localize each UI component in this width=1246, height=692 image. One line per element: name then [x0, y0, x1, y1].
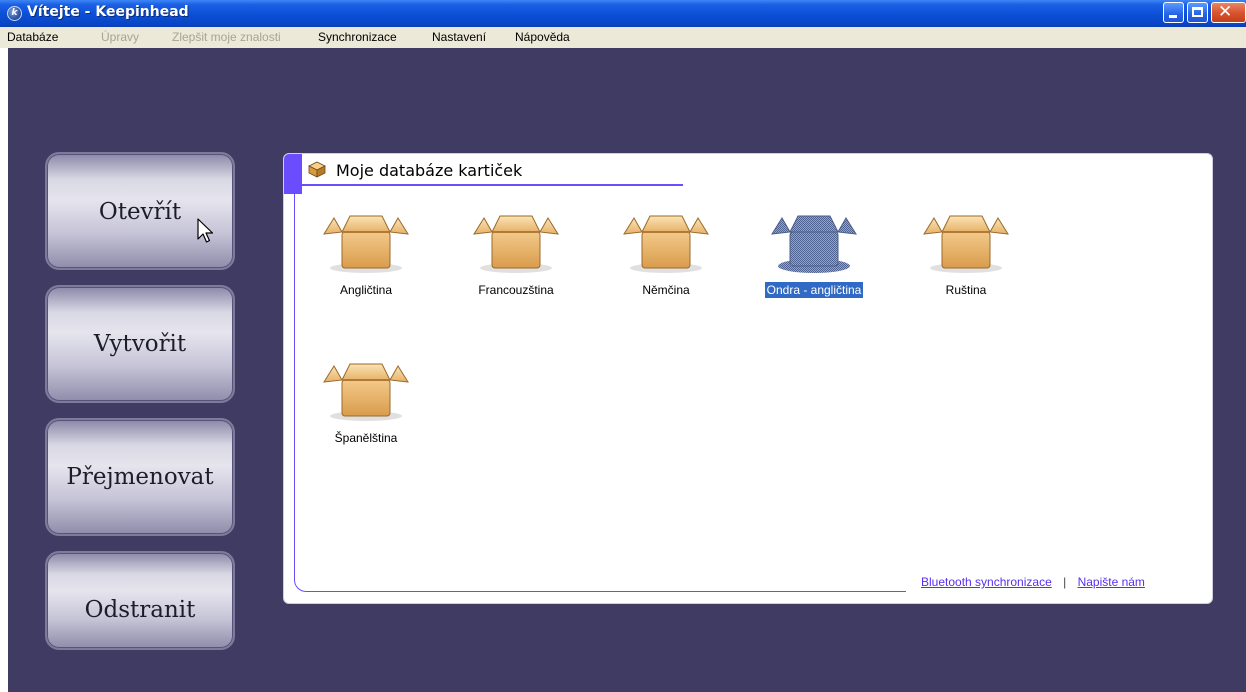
database-label: Angličtina	[339, 283, 393, 297]
box-icon-selected	[771, 215, 857, 273]
delete-button-label: Odstranit	[84, 597, 196, 623]
link-separator: |	[1063, 575, 1067, 589]
database-label: Francouzština	[478, 283, 554, 297]
menu-upravy[interactable]: Úpravy	[101, 30, 139, 44]
database-item-ondra-anglictina[interactable]: Ondra - angličtina	[744, 212, 884, 299]
window-left-edge	[0, 48, 8, 692]
menu-napoveda[interactable]: Nápověda	[515, 30, 570, 44]
app-logo-icon: k	[7, 6, 22, 21]
mouse-cursor-icon	[197, 218, 214, 243]
box-icon	[323, 363, 409, 421]
maximize-button[interactable]	[1187, 2, 1208, 23]
menu-databaze[interactable]: Databáze	[7, 30, 58, 44]
panel-footer-links: Bluetooth synchronizace | Napište nám	[921, 575, 1145, 589]
delete-button[interactable]: Odstranit	[45, 551, 235, 650]
menu-bar: Databáze Úpravy Zlepšit moje znalosti Sy…	[0, 27, 1246, 48]
box-icon	[323, 215, 409, 273]
database-item-francouzstina[interactable]: Francouzština	[446, 212, 586, 298]
bluetooth-sync-link[interactable]: Bluetooth synchronizace	[921, 575, 1052, 589]
panel-title-underline	[302, 184, 683, 186]
database-label: Ruština	[945, 283, 987, 297]
box-icon	[473, 215, 559, 273]
database-item-nemcina[interactable]: Němčina	[596, 212, 736, 298]
contact-us-link[interactable]: Napište nám	[1078, 575, 1145, 589]
database-label: Španělština	[334, 431, 398, 445]
minimize-icon	[1169, 15, 1177, 18]
database-box-icon	[308, 161, 326, 178]
rename-button[interactable]: Přejmenovat	[45, 418, 235, 536]
maximize-icon	[1192, 7, 1203, 17]
create-button-label: Vytvořit	[93, 331, 187, 357]
database-label: Ondra - angličtina	[763, 281, 865, 299]
window-title: Vítejte - Keepinhead	[27, 4, 189, 20]
minimize-button[interactable]	[1163, 2, 1184, 23]
database-label: Němčina	[642, 283, 690, 297]
panel-accent-tab	[284, 154, 302, 194]
rename-button-label: Přejmenovat	[66, 464, 214, 490]
panel-title: Moje databáze kartiček	[336, 161, 523, 180]
menu-nastaveni[interactable]: Nastavení	[432, 30, 486, 44]
box-icon	[923, 215, 1009, 273]
menu-zlepsit-znalosti[interactable]: Zlepšit moje znalosti	[172, 30, 281, 44]
create-button[interactable]: Vytvořit	[45, 285, 235, 403]
databases-panel: Moje databáze kartiček Angličtina Franco…	[283, 153, 1213, 604]
close-button[interactable]: ✕	[1211, 2, 1246, 23]
box-icon	[623, 215, 709, 273]
database-item-spanelstina[interactable]: Španělština	[296, 360, 436, 446]
database-item-rustina[interactable]: Ruština	[896, 212, 1036, 298]
title-bar: k Vítejte - Keepinhead ✕	[0, 0, 1246, 27]
close-icon: ✕	[1218, 2, 1233, 22]
database-item-anglictina[interactable]: Angličtina	[296, 212, 436, 298]
menu-synchronizace[interactable]: Synchronizace	[318, 30, 397, 44]
open-button[interactable]: Otevřít	[45, 152, 235, 270]
